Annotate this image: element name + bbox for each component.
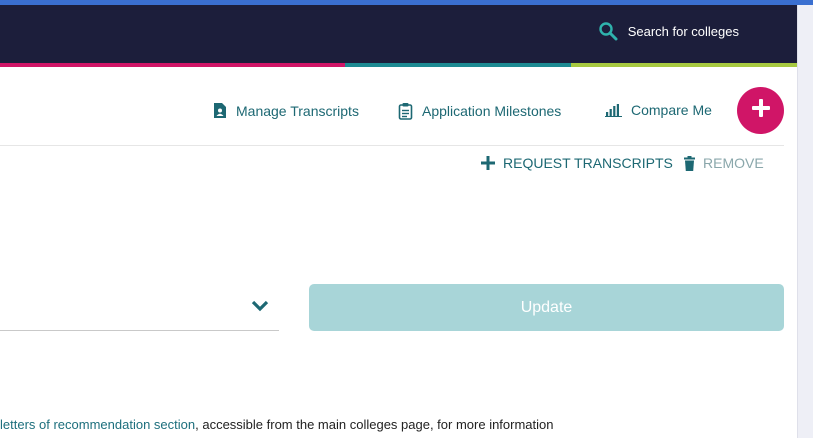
- scrollbar[interactable]: [797, 5, 813, 438]
- letters-of-recommendation-link[interactable]: letters of recommendation section: [0, 417, 195, 432]
- add-button[interactable]: [737, 87, 784, 134]
- sub-navigation: Manage Transcripts Application Milestone…: [0, 67, 797, 145]
- search-colleges-link[interactable]: Search for colleges: [598, 21, 739, 41]
- clipboard-icon: [398, 102, 413, 120]
- update-button[interactable]: Update: [309, 284, 784, 331]
- remove-label: REMOVE: [703, 155, 764, 171]
- manage-transcripts-label: Manage Transcripts: [236, 102, 359, 119]
- document-person-icon: [213, 102, 227, 119]
- info-rest-text: , accessible from the main colleges page…: [195, 417, 554, 432]
- trash-icon: [684, 155, 695, 171]
- college-select[interactable]: [0, 287, 279, 331]
- divider: [0, 145, 784, 146]
- plus-icon: [481, 156, 495, 170]
- info-text: letters of recommendation section, acces…: [0, 417, 554, 432]
- search-label: Search for colleges: [627, 23, 739, 39]
- application-milestones-label: Application Milestones: [422, 103, 562, 119]
- compare-me-link[interactable]: Compare Me: [605, 102, 712, 118]
- compare-me-label: Compare Me: [631, 102, 712, 118]
- chevron-down-icon: [251, 300, 269, 312]
- top-header: Search for colleges: [0, 5, 797, 63]
- plus-icon: [750, 97, 772, 124]
- search-icon: [598, 21, 618, 41]
- request-transcripts-label: REQUEST TRANSCRIPTS: [503, 155, 673, 171]
- manage-transcripts-link[interactable]: Manage Transcripts: [213, 102, 359, 119]
- request-transcripts-button[interactable]: REQUEST TRANSCRIPTS: [481, 155, 673, 171]
- application-milestones-link[interactable]: Application Milestones: [398, 102, 561, 120]
- page: Search for colleges Manage Transcripts A…: [0, 5, 797, 438]
- bar-chart-icon: [605, 103, 622, 117]
- remove-button[interactable]: REMOVE: [684, 155, 764, 171]
